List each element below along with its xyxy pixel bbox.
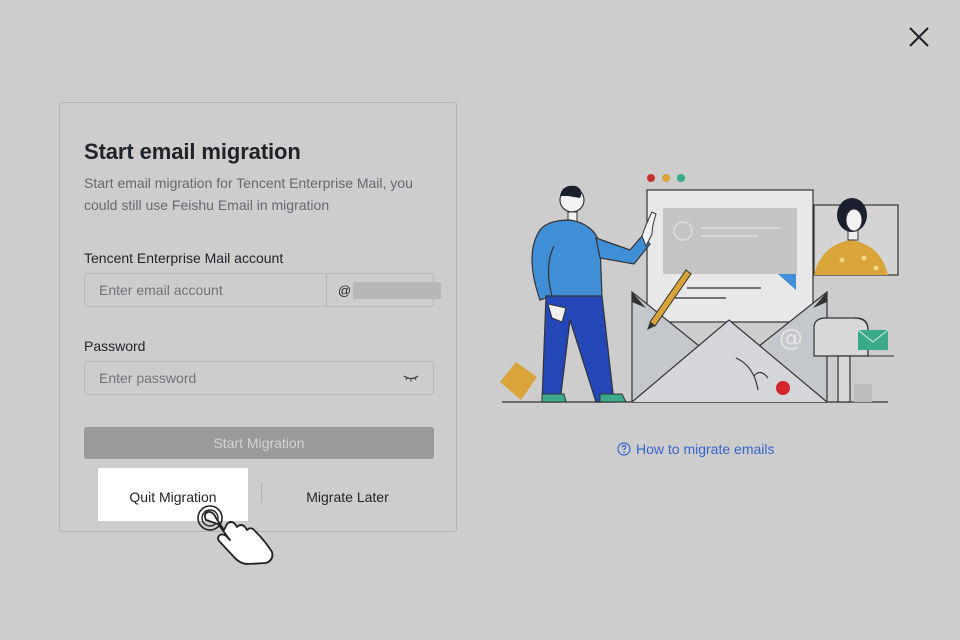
migrate-later-button[interactable]: Migrate Later [280, 489, 415, 505]
start-migration-button[interactable]: Start Migration [84, 427, 434, 459]
migration-illustration: @ [500, 174, 899, 403]
close-icon[interactable] [904, 22, 934, 52]
hand-pointer-icon [197, 505, 274, 565]
svg-text:@: @ [779, 324, 803, 352]
password-group [84, 361, 434, 395]
password-input[interactable] [85, 370, 403, 386]
how-to-migrate-link[interactable]: How to migrate emails [617, 441, 775, 457]
question-circle-icon [617, 442, 631, 456]
email-domain-field[interactable]: @ [326, 274, 442, 306]
migration-form-panel: Start email migration Start email migrat… [59, 102, 457, 532]
at-sign: @ [338, 282, 352, 298]
dialog-subtitle: Start email migration for Tencent Enterp… [84, 175, 413, 213]
email-account-label: Tencent Enterprise Mail account [84, 250, 284, 266]
email-account-group: @ [84, 273, 442, 307]
password-label: Password [84, 338, 146, 354]
email-account-input[interactable] [85, 274, 326, 306]
dialog-title: Start email migration [84, 139, 301, 164]
how-to-migrate-text: How to migrate emails [636, 441, 775, 457]
eye-closed-icon[interactable] [403, 373, 419, 383]
email-domain-redacted [353, 281, 442, 299]
